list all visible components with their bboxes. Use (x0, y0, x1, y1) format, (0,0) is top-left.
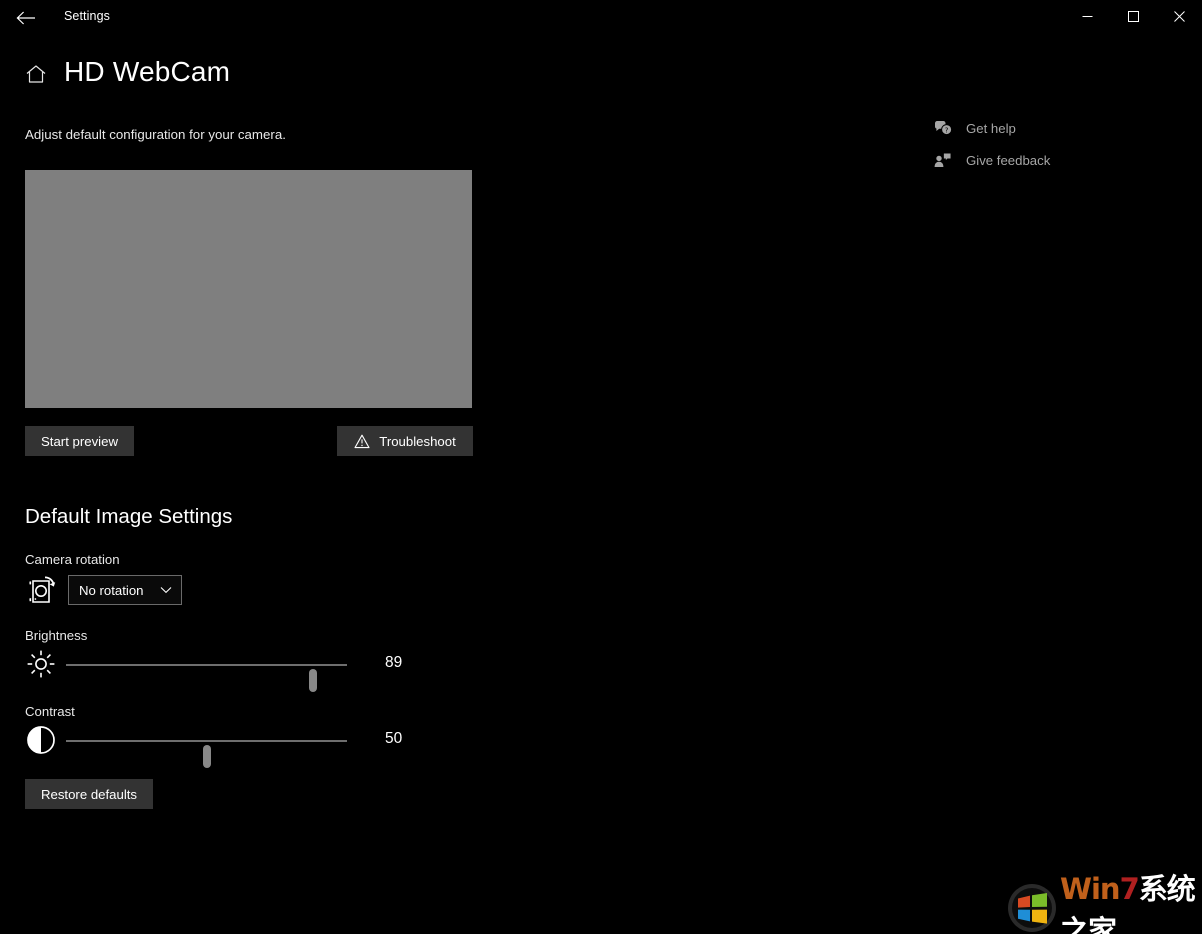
home-button[interactable] (24, 62, 48, 86)
watermark-part1: Win (1060, 872, 1121, 906)
restore-defaults-button[interactable]: Restore defaults (25, 779, 153, 809)
window-controls (1064, 0, 1202, 32)
close-icon (1173, 10, 1185, 22)
start-preview-button[interactable]: Start preview (25, 426, 134, 456)
brightness-sun-icon (25, 648, 57, 680)
troubleshoot-label: Troubleshoot (379, 433, 456, 449)
troubleshoot-button[interactable]: Troubleshoot (337, 426, 473, 456)
camera-rotation-icon (25, 573, 59, 607)
windows-orb-icon (1006, 882, 1058, 934)
home-icon (26, 65, 46, 83)
back-button[interactable] (8, 2, 44, 34)
camera-preview-area[interactable] (25, 170, 472, 408)
close-button[interactable] (1156, 0, 1202, 32)
chevron-down-icon (159, 583, 173, 597)
rail-item-label: Give feedback (966, 152, 1051, 168)
help-question-bubble-icon: ? (932, 118, 954, 138)
contrast-half-circle-icon (25, 724, 57, 756)
brightness-label: Brightness (25, 628, 88, 643)
warning-triangle-icon (354, 434, 370, 449)
brightness-value: 89 (385, 654, 403, 671)
app-title: Settings (64, 9, 110, 23)
minimize-button[interactable] (1064, 0, 1110, 32)
watermark-text: Win7系统之家 (1060, 866, 1196, 934)
contrast-value: 50 (385, 730, 403, 747)
title-bar: Settings (0, 0, 1202, 36)
brightness-slider-track[interactable] (66, 664, 347, 692)
camera-rotation-value: No rotation (79, 582, 144, 598)
minimize-icon (1082, 15, 1092, 17)
brightness-slider-thumb[interactable] (309, 669, 318, 692)
rail-item-get-help[interactable]: ? Get help (932, 114, 1172, 142)
page-title: HD WebCam (64, 56, 231, 87)
contrast-slider-track[interactable] (66, 740, 347, 768)
back-arrow-icon (16, 11, 35, 25)
camera-rotation-label: Camera rotation (25, 552, 120, 567)
watermark: Win7系统之家 (1006, 872, 1196, 934)
settings-window: Settings HD WebCam ? Get help Give feedb… (0, 0, 1202, 934)
maximize-icon (1127, 10, 1139, 22)
camera-rotation-dropdown[interactable]: No rotation (68, 575, 182, 605)
rail-item-label: Get help (966, 120, 1016, 136)
watermark-part2: 7 (1119, 872, 1140, 906)
contrast-slider-thumb[interactable] (202, 745, 211, 768)
help-rail: ? Get help Give feedback (932, 114, 1172, 178)
maximize-button[interactable] (1110, 0, 1156, 32)
feedback-person-bubble-icon (932, 150, 954, 170)
contrast-label: Contrast (25, 704, 75, 719)
rail-item-give-feedback[interactable]: Give feedback (932, 146, 1172, 174)
section-title: Default Image Settings (25, 505, 233, 528)
page-subtitle: Adjust default configuration for your ca… (25, 127, 286, 142)
svg-text:?: ? (945, 126, 949, 134)
